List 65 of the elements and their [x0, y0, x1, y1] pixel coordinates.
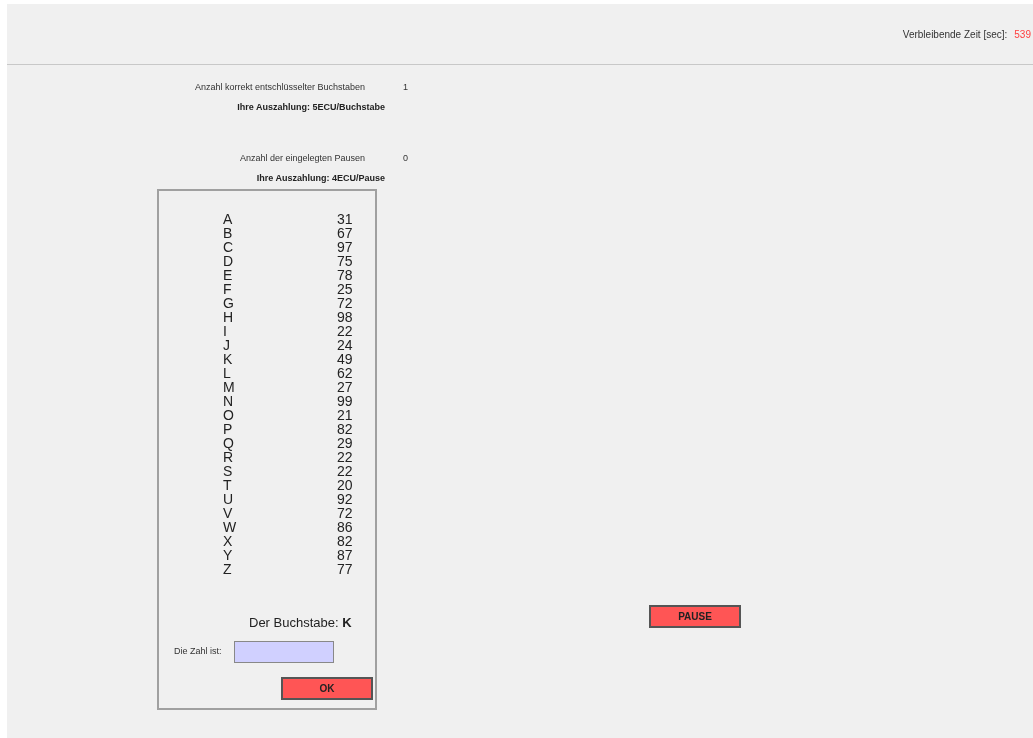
code-number: 72: [337, 506, 353, 520]
letter: M: [223, 380, 236, 394]
payout-text: Ihre Auszahlung: 5ECU/Buchstabe: [236, 100, 385, 114]
code-number: 75: [337, 254, 353, 268]
letter: T: [223, 478, 233, 492]
answer-label: Die Zahl ist:: [174, 644, 222, 658]
code-number: 22: [337, 324, 353, 338]
letter: R: [223, 450, 235, 464]
code-number: 97: [337, 240, 353, 254]
answer-field[interactable]: [233, 640, 334, 663]
code-number: 49: [337, 352, 353, 366]
stat-value: 0: [403, 152, 408, 165]
letter: U: [223, 492, 235, 506]
letter: S: [223, 464, 234, 478]
code-number: 20: [337, 478, 353, 492]
timer-value: 539: [1014, 28, 1031, 42]
code-number: 82: [337, 534, 353, 548]
letter: L: [223, 366, 232, 380]
code-number: 27: [337, 380, 353, 394]
letter: Y: [223, 548, 234, 562]
letter: N: [223, 394, 235, 408]
code-number: 31: [337, 212, 353, 226]
letter: Q: [223, 436, 235, 450]
letter: I: [223, 324, 228, 338]
ok-button[interactable]: OK: [281, 676, 373, 700]
letter: D: [223, 254, 235, 268]
timer-label: Verbleibende Zeit [sec]:: [902, 28, 1008, 42]
letter: B: [223, 226, 234, 240]
letter: Z: [223, 562, 233, 576]
letter: G: [223, 296, 235, 310]
letter: X: [223, 534, 234, 548]
code-number: 21: [337, 408, 353, 422]
code-number: 86: [337, 520, 353, 534]
code-number: 92: [337, 492, 353, 506]
letter: A: [223, 212, 234, 226]
letter: H: [223, 310, 235, 324]
letter: K: [223, 352, 234, 366]
code-number: 72: [337, 296, 353, 310]
letter: P: [223, 422, 234, 436]
letter: O: [223, 408, 235, 422]
payout-text: Ihre Auszahlung: 4ECU/Pause: [255, 171, 385, 185]
code-number: 22: [337, 450, 353, 464]
stat-label: Anzahl der eingelegten Pausen: [238, 152, 365, 165]
stat-label: Anzahl korrekt entschlüsselter Buchstaben: [193, 81, 365, 94]
code-number: 22: [337, 464, 353, 478]
prompt-text: Der Buchstabe: K: [249, 614, 353, 632]
code-number: 82: [337, 422, 353, 436]
code-number: 77: [337, 562, 353, 576]
code-number: 67: [337, 226, 353, 240]
code-number: 24: [337, 338, 353, 352]
code-number: 29: [337, 436, 353, 450]
code-number: 25: [337, 282, 353, 296]
letter: W: [223, 520, 238, 534]
code-number: 87: [337, 548, 353, 562]
code-number: 62: [337, 366, 353, 380]
letter: C: [223, 240, 235, 254]
letter: E: [223, 268, 234, 282]
letter: V: [223, 506, 234, 520]
stat-value: 1: [403, 81, 408, 94]
code-number: 78: [337, 268, 353, 282]
code-number: 99: [337, 394, 353, 408]
pause-button[interactable]: PAUSE: [649, 605, 741, 628]
code-number: 98: [337, 310, 353, 324]
letter: F: [223, 282, 233, 296]
letter: J: [223, 338, 231, 352]
